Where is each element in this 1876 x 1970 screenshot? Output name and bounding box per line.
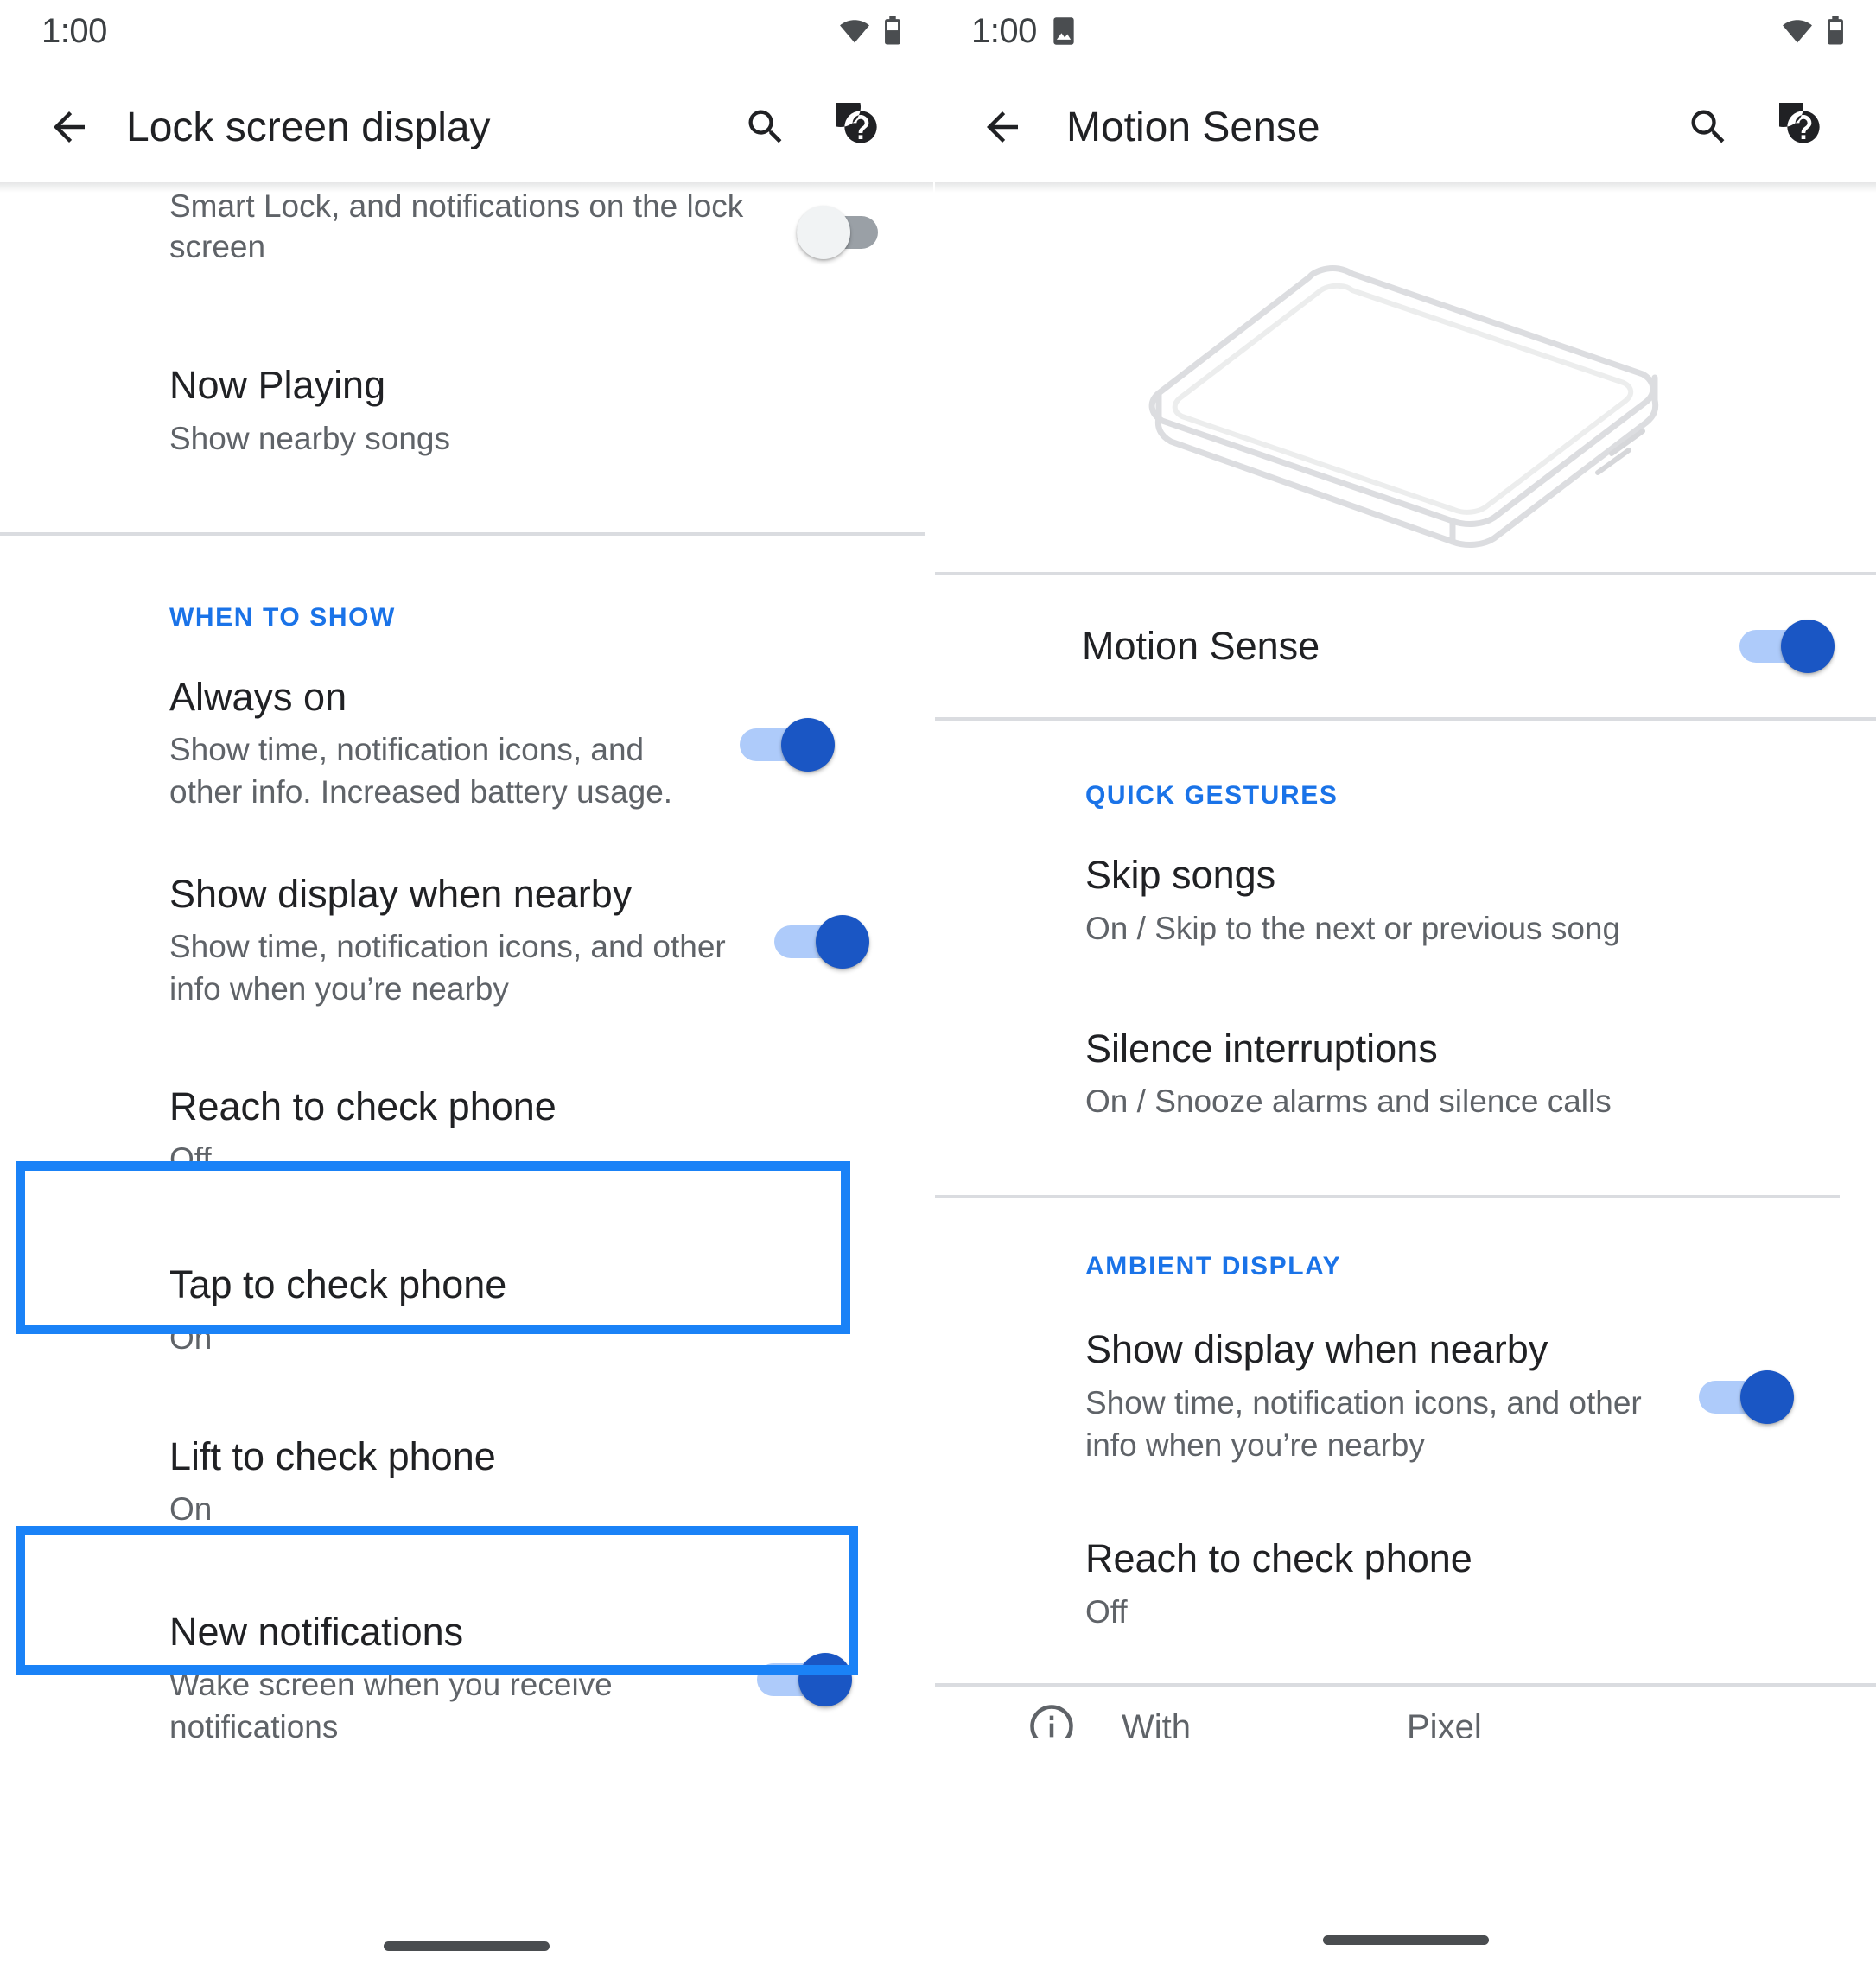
list-item-title: Lift to check phone [169,1433,496,1478]
list-item-motion-sense[interactable]: Motion Sense [935,575,1876,717]
screenshot-icon [1052,16,1075,46]
list-item-subtitle: On / Skip to the next or previous song [1085,910,1621,946]
section-header-quick-gestures: QUICK GESTURES [1085,781,1339,810]
wifi-icon [1781,18,1814,44]
footer-note-text-right: Pixel [1407,1708,1482,1739]
status-bar-clock: 1:00 [971,12,1037,50]
list-item-subtitle: Show time, notification icons, and other… [1085,1384,1642,1464]
status-bar-left: 1:00 [0,0,933,62]
toggle-motion-sense[interactable] [1739,620,1835,673]
list-item-new-notifications[interactable]: New notifications Wake screen when you r… [0,1531,933,1749]
section-header-ambient-display: AMBIENT DISPLAY [1085,1252,1342,1281]
list-item-always-on[interactable]: Always on Show time, notification icons,… [0,632,933,814]
list-item-lift-to-check-phone[interactable]: Lift to check phone On [0,1359,933,1531]
toggle-thumb [781,717,835,772]
list-item-subtitle: Show time, notification icons, and other… [169,732,673,810]
footer-note: With Pixel [935,1687,1876,1739]
list-item-title: Always on [169,674,347,719]
phone-isometric-illustration [935,192,1876,572]
list-item-subtitle: On [169,1319,213,1356]
list-item-now-playing[interactable]: Now Playing Show nearby songs [0,308,933,510]
battery-icon [883,16,902,46]
list-item-subtitle: On / Snooze alarms and silence calls [1085,1084,1612,1120]
toggle-new-notifications[interactable] [757,1652,852,1706]
toggle-ambient-show-display-when-nearby[interactable] [1699,1370,1794,1425]
toggle-show-display-when-nearby[interactable] [774,914,869,969]
list-item-title: Motion Sense [1082,624,1320,669]
list-item-title: New notifications [169,1609,464,1654]
toggle-display-power-button-option[interactable] [797,206,892,259]
toggle-thumb [1740,1370,1794,1425]
toggle-thumb [1781,620,1835,673]
navigation-gesture-bar-left[interactable] [0,1922,933,1970]
list-item-ambient-reach-to-check-phone[interactable]: Reach to check phone Off [935,1466,1876,1633]
wifi-icon [838,18,871,44]
list-item-subtitle: Display power button option that turns o… [169,192,744,264]
app-bar-right: Motion Sense [935,62,1876,193]
list-item-title: Reach to check phone [1085,1536,1472,1581]
status-bar-clock: 1:00 [41,12,107,50]
status-bar-right: 1:00 [935,0,1876,62]
right-screen-motion-sense: 1:00 Motion Sense Motion Sense QUICK GES… [933,0,1876,1970]
list-item-skip-songs[interactable]: Skip songs On / Skip to the next or prev… [935,810,1876,950]
toggle-thumb [816,914,869,969]
dual-screenshot-comparison: 1:00 Lock screen display Smart Lock, and… [0,0,1876,1970]
list-item-tap-to-check-phone[interactable]: Tap to check phone On [0,1180,933,1359]
toggle-thumb [798,1652,852,1706]
section-header-when-to-show: WHEN TO SHOW [169,602,396,632]
toggle-thumb [797,206,850,259]
help-button[interactable] [823,89,899,165]
search-button[interactable] [728,89,804,165]
list-item-ambient-show-display-when-nearby[interactable]: Show display when nearby Show time, noti… [935,1281,1876,1466]
app-bar-left: Lock screen display [0,62,933,193]
list-item-subtitle: On [169,1491,213,1528]
list-item-subtitle: Show nearby songs [169,420,450,456]
list-item-subtitle: Off [1085,1593,1128,1630]
search-button[interactable] [1670,89,1746,165]
home-pill[interactable] [1322,1935,1489,1945]
list-item-title: Tap to check phone [169,1262,507,1307]
left-screen-lock-screen-display: 1:00 Lock screen display Smart Lock, and… [0,0,933,1970]
home-pill[interactable] [384,1941,550,1951]
list-item-silence-interruptions[interactable]: Silence interruptions On / Snooze alarms… [935,950,1876,1123]
list-item-subtitle: Show time, notification icons, and other… [169,929,726,1007]
back-button[interactable] [964,89,1040,165]
page-title: Motion Sense [1066,104,1320,150]
page-title: Lock screen display [126,104,491,150]
list-item-title: Skip songs [1085,853,1276,897]
list-item-title: Show display when nearby [1085,1327,1548,1372]
list-item-show-display-when-nearby[interactable]: Show display when nearby Show time, noti… [0,814,933,1011]
list-item-subtitle: Wake screen when you receive notificatio… [169,1667,613,1745]
footer-note-text-left: With [1122,1708,1191,1739]
list-item-title: Reach to check phone [169,1084,556,1128]
battery-icon [1826,16,1845,46]
toggle-always-on[interactable] [740,717,835,772]
info-icon [1028,1703,1075,1739]
help-button[interactable] [1765,89,1841,165]
list-item-title: Silence interruptions [1085,1026,1438,1071]
list-item-title: Show display when nearby [169,871,633,916]
back-button[interactable] [31,89,107,165]
list-item-display-power-button-option[interactable]: Display power button option that turns o… [0,192,933,308]
list-item-reach-to-check-phone[interactable]: Reach to check phone Off [0,1011,933,1181]
list-item-subtitle: Off [169,1141,212,1178]
navigation-gesture-bar-right[interactable] [935,1910,1876,1970]
list-item-title: Now Playing [169,363,386,407]
